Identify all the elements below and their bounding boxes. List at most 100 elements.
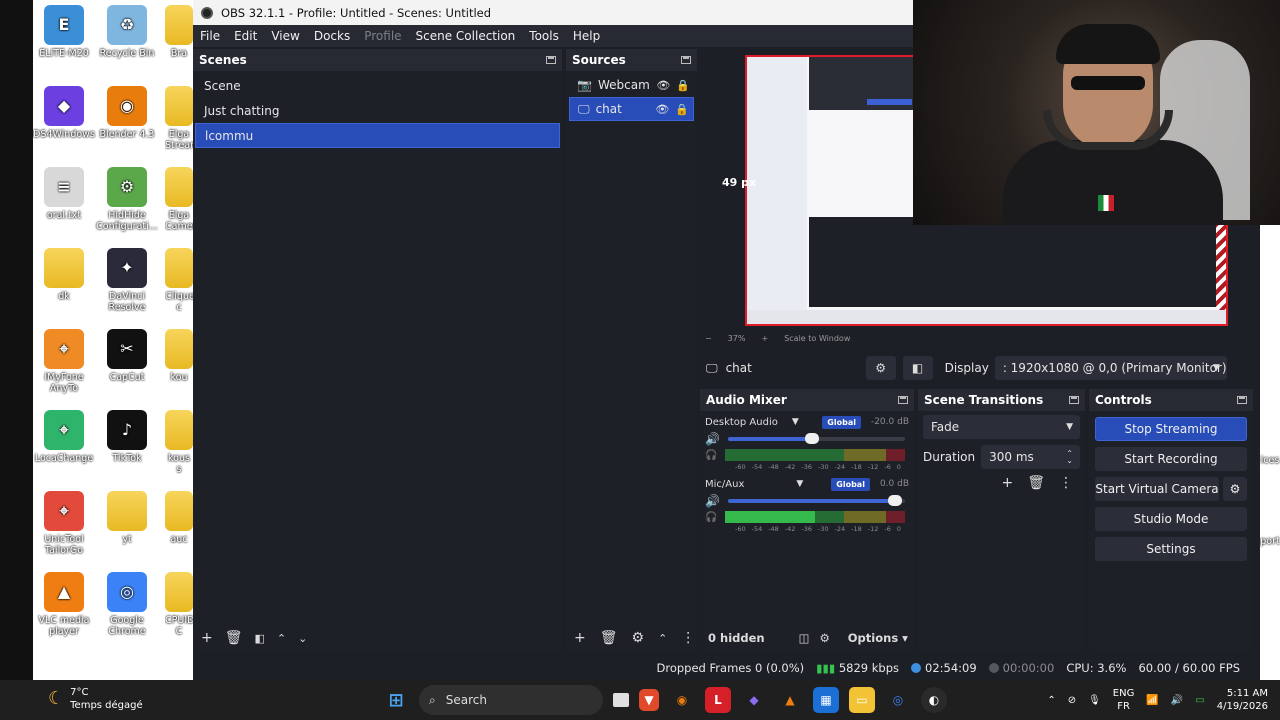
chevron-up-icon[interactable]: ⌃ <box>1047 695 1055 706</box>
app-l-icon[interactable]: L <box>705 687 731 713</box>
menu-scene-collection[interactable]: Scene Collection <box>409 29 523 43</box>
obs-taskbar-icon[interactable]: ◐ <box>921 687 947 713</box>
desktop-icon-partial[interactable]: kou <box>165 329 193 383</box>
desktop-icon-partial[interactable]: ices <box>1258 455 1280 466</box>
source-properties-button[interactable]: ⚙ <box>865 356 896 380</box>
scale-mode[interactable]: Scale to Window <box>784 334 850 343</box>
desktop-icon-partial[interactable]: CPUID C <box>165 572 193 638</box>
chrome-icon[interactable]: ◎ <box>885 687 911 713</box>
zoom-out-icon[interactable]: − <box>705 334 712 343</box>
desktop-icon-partial[interactable]: kous s <box>165 410 193 476</box>
mixer-settings-icon[interactable]: ⚙ <box>819 631 829 645</box>
microphone-icon[interactable]: 🎙 <box>1088 695 1101 706</box>
move-up-icon[interactable]: ⌃ <box>277 632 286 645</box>
spin-arrows-icon[interactable]: ⌃ ⌄ <box>1066 449 1073 464</box>
volume-slider[interactable] <box>727 495 905 506</box>
settings-button[interactable]: Settings <box>1095 537 1247 561</box>
options-button[interactable]: Options ▾ <box>848 631 908 645</box>
visibility-eye-icon[interactable]: 👁 <box>655 103 669 116</box>
calculator-icon[interactable]: ▦ <box>813 687 839 713</box>
mixer-layout-icon[interactable]: ◫ <box>799 631 810 645</box>
scene-item-selected[interactable]: lcommu <box>195 123 560 148</box>
add-source-icon[interactable]: + <box>574 630 586 646</box>
brave-icon[interactable]: ▼ <box>639 689 659 711</box>
desktop-icon[interactable]: ≡ oral.txt <box>29 167 99 221</box>
undock-icon[interactable] <box>1237 396 1247 404</box>
taskbar-search[interactable]: ⌕ Search <box>419 685 603 715</box>
duration-spinbox[interactable]: 300 ms ⌃ ⌄ <box>981 445 1080 469</box>
battery-icon[interactable]: ▭ <box>1195 695 1204 706</box>
start-virtual-camera-button[interactable]: Start Virtual Camera <box>1095 477 1219 501</box>
transition-select[interactable]: Fade ▼ <box>923 415 1080 439</box>
desktop-icon[interactable]: ◆ DS4Windows <box>29 86 99 140</box>
menu-profile[interactable]: Profile <box>357 29 408 43</box>
speaker-icon[interactable]: 🔊 <box>705 494 720 508</box>
task-view-icon[interactable] <box>613 693 629 707</box>
undock-icon[interactable] <box>1069 396 1079 404</box>
source-properties-icon[interactable]: ⚙ <box>632 630 645 646</box>
network-off-icon[interactable]: ⊘ <box>1068 695 1076 706</box>
filters-icon[interactable]: ◧ <box>255 632 265 645</box>
language-switch[interactable]: ENG FR <box>1113 687 1135 713</box>
chevron-down-icon[interactable]: ▼ <box>792 417 799 427</box>
vlc-icon[interactable]: ▲ <box>777 687 803 713</box>
blender-icon[interactable]: ◉ <box>669 687 695 713</box>
add-scene-icon[interactable]: + <box>201 630 213 646</box>
source-item-selected[interactable]: 🖵 chat 👁 🔒 <box>569 97 694 121</box>
clock[interactable]: 5:11 AM 4/19/2026 <box>1217 687 1268 714</box>
studio-mode-button[interactable]: Studio Mode <box>1095 507 1247 531</box>
desktop-icon[interactable]: E ELITE-M20 <box>29 5 99 59</box>
add-transition-icon[interactable]: + <box>1001 475 1013 491</box>
lock-icon[interactable]: 🔒 <box>676 79 690 92</box>
remove-source-icon[interactable]: 🗑 <box>600 630 618 646</box>
desktop-icon-partial[interactable]: Clique c <box>165 248 193 314</box>
more-options-icon[interactable]: ⋮ <box>681 630 695 646</box>
zoom-in-icon[interactable]: + <box>761 334 768 343</box>
move-up-icon[interactable]: ⌃ <box>658 632 667 645</box>
speaker-icon[interactable]: 🔊 <box>705 432 720 446</box>
menu-edit[interactable]: Edit <box>227 29 264 43</box>
display-select[interactable]: : 1920x1080 @ 0,0 (Primary Monitor) ▼ <box>994 356 1227 380</box>
desktop-icon[interactable]: ⚙ HidHide Configurati... <box>92 167 162 233</box>
wifi-icon[interactable]: 📶 <box>1146 695 1158 706</box>
chevron-down-icon[interactable]: ▼ <box>796 479 803 489</box>
desktop-icon-partial[interactable]: Bra <box>165 5 193 59</box>
desktop-icon[interactable]: ⌖ LocaChange <box>29 410 99 464</box>
move-down-icon[interactable]: ⌄ <box>298 632 307 645</box>
volume-slider[interactable] <box>727 433 905 444</box>
desktop-icon-partial[interactable]: Elga Camer <box>165 167 193 233</box>
more-options-icon[interactable]: ⋮ <box>1059 475 1073 491</box>
undock-icon[interactable] <box>898 396 908 404</box>
global-badge[interactable]: Global <box>822 415 861 429</box>
desktop-icon[interactable]: dk <box>29 248 99 302</box>
desktop-icon[interactable]: ⌖ UnicTool TailorGo <box>29 491 99 557</box>
menu-tools[interactable]: Tools <box>522 29 566 43</box>
desktop-icon[interactable]: ♪ TikTok <box>92 410 162 464</box>
menu-view[interactable]: View <box>264 29 306 43</box>
desktop-icon[interactable]: ♻ Recycle Bin <box>92 5 162 59</box>
source-filters-button[interactable]: ◧ <box>902 356 933 380</box>
desktop-icon[interactable]: ▲ VLC media player <box>29 572 99 638</box>
menu-docks[interactable]: Docks <box>307 29 357 43</box>
scene-item[interactable]: Scene <box>195 73 560 98</box>
remove-transition-icon[interactable]: 🗑 <box>1027 475 1045 491</box>
scene-item[interactable]: Just chatting <box>195 98 560 123</box>
desktop-icon[interactable]: yt <box>92 491 162 545</box>
global-badge[interactable]: Global <box>831 477 870 491</box>
stop-streaming-button[interactable]: Stop Streaming <box>1095 417 1247 441</box>
visibility-eye-icon[interactable]: 👁 <box>656 79 670 92</box>
monitor-headphones-icon[interactable]: 🎧 <box>705 512 717 523</box>
desktop-icon-partial[interactable]: Elga Stream <box>165 86 193 152</box>
virtual-camera-settings-icon[interactable]: ⚙ <box>1223 477 1247 501</box>
desktop-icon[interactable]: ✦ DaVinci Resolve <box>92 248 162 314</box>
remove-scene-icon[interactable]: 🗑 <box>225 630 243 646</box>
ds4-icon[interactable]: ◆ <box>741 687 767 713</box>
undock-icon[interactable] <box>546 56 556 64</box>
monitor-headphones-icon[interactable]: 🎧 <box>705 450 717 461</box>
menu-help[interactable]: Help <box>566 29 607 43</box>
volume-icon[interactable]: 🔊 <box>1171 695 1183 706</box>
undock-icon[interactable] <box>681 56 691 64</box>
desktop-icon[interactable]: ✂ CapCut <box>92 329 162 383</box>
menu-file[interactable]: File <box>193 29 227 43</box>
desktop-icon-partial[interactable]: port <box>1258 536 1280 547</box>
